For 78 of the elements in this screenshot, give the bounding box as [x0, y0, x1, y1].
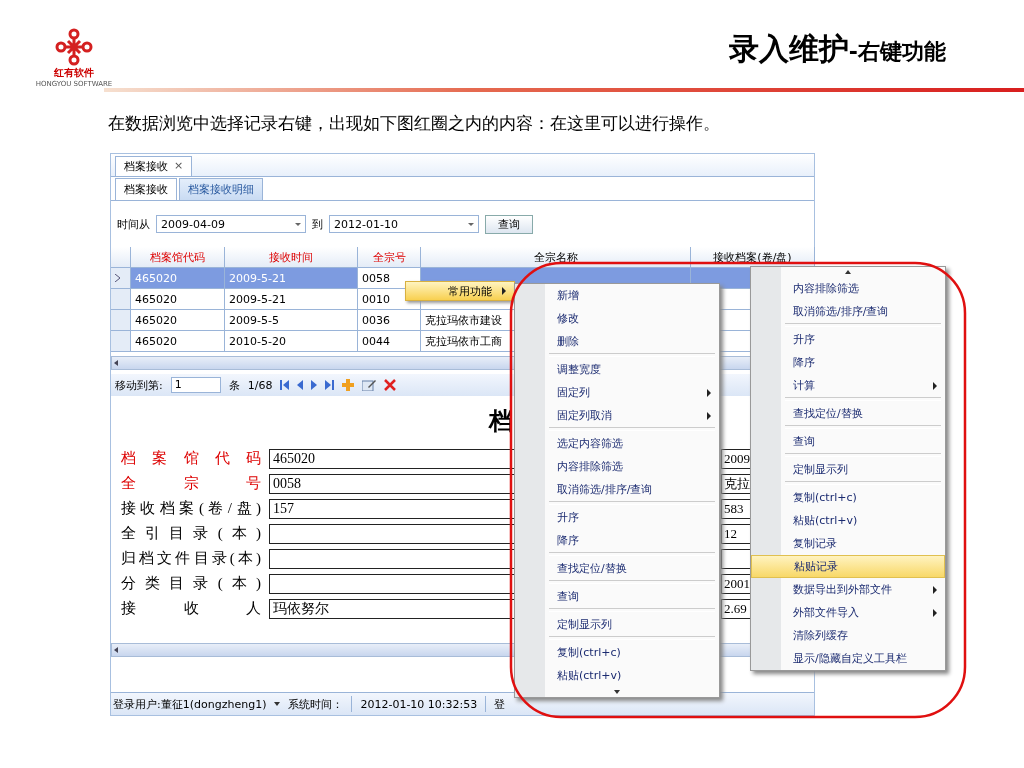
- menu-item[interactable]: 调整宽度: [515, 358, 719, 381]
- table-cell: 0044: [358, 331, 421, 352]
- logo-drawing: [54, 28, 94, 66]
- close-icon[interactable]: ×: [174, 159, 184, 174]
- scroll-left-icon[interactable]: [112, 359, 120, 367]
- from-label: 时间从: [117, 216, 150, 232]
- field-label: 全引目录(本): [121, 524, 261, 543]
- menu-item[interactable]: 粘贴(ctrl+v): [515, 664, 719, 687]
- scroll-left-icon[interactable]: [112, 646, 120, 654]
- table-cell: 2009-5-21: [225, 289, 358, 310]
- submenu-arrow-icon: [933, 608, 937, 617]
- table-cell: 465020: [131, 331, 225, 352]
- system-time: 2012-01-10 10:32:53: [360, 697, 478, 711]
- menu-item[interactable]: 显示/隐藏自定义工具栏: [751, 647, 945, 670]
- field-label: 接收档案(卷/盘): [121, 499, 261, 518]
- dropdown-icon[interactable]: [274, 702, 281, 706]
- table-cell: 465020: [131, 289, 225, 310]
- table-cell: 2010-5-20: [225, 331, 358, 352]
- document-tab[interactable]: 档案接收 ×: [115, 156, 193, 176]
- menu-item[interactable]: 降序: [751, 351, 945, 374]
- field-label: 归档文件目录(本): [121, 549, 261, 568]
- submenu-arrow-icon: [933, 585, 937, 594]
- edit-icon[interactable]: [362, 379, 377, 391]
- menu-item[interactable]: 粘贴记录: [751, 555, 945, 578]
- delete-icon[interactable]: [384, 379, 397, 391]
- move-to-label: 移动到第:: [115, 377, 163, 393]
- menu-item[interactable]: 查找定位/替换: [751, 402, 945, 425]
- menu-item[interactable]: 内容排除筛选: [751, 277, 945, 300]
- menu-item[interactable]: 固定列: [515, 381, 719, 404]
- submenu-arrow-icon: [707, 388, 711, 397]
- menu-item[interactable]: 查找定位/替换: [515, 557, 719, 580]
- tab[interactable]: 档案接收: [115, 178, 177, 200]
- page-field[interactable]: 1: [170, 377, 221, 393]
- field-label: 分类目录(本): [121, 574, 261, 593]
- field-label: 全宗号: [121, 474, 261, 493]
- field-label: 档案馆代码: [121, 449, 261, 468]
- menu-item[interactable]: 取消筛选/排序/查询: [751, 300, 945, 323]
- tab[interactable]: 档案接收明细: [179, 178, 263, 200]
- menu-item[interactable]: 新增: [515, 284, 719, 307]
- slide-subtitle: -右键功能: [848, 38, 946, 66]
- unit-label: 条: [228, 377, 240, 393]
- last-page-icon[interactable]: [325, 380, 335, 390]
- menu-item[interactable]: 升序: [751, 328, 945, 351]
- column-header[interactable]: 接收时间: [225, 247, 358, 268]
- intro-text: 在数据浏览中选择记录右键，出现如下图红圈之内的内容：在这里可以进行操作。: [108, 113, 721, 135]
- login-label: 登: [494, 696, 506, 712]
- menu-item[interactable]: 固定列取消: [515, 404, 719, 427]
- next-page-icon[interactable]: [311, 380, 318, 390]
- to-label: 到: [312, 216, 323, 232]
- date-field[interactable]: 2012-01-10: [329, 215, 479, 233]
- column-header[interactable]: 档案馆代码: [131, 247, 225, 268]
- time-label: 系统时间：: [288, 696, 344, 712]
- table-cell: 465020: [131, 310, 225, 331]
- table-cell: 2009-5-21: [225, 268, 358, 289]
- column-header[interactable]: 全宗名称: [421, 247, 691, 268]
- scroll-down-icon[interactable]: [614, 690, 620, 694]
- submenu-arrow-icon: [707, 411, 711, 420]
- corner-header: [111, 247, 131, 268]
- menu-item[interactable]: 降序: [515, 529, 719, 552]
- table-cell: 2009-5-5: [225, 310, 358, 331]
- table-cell: 0036: [358, 310, 421, 331]
- scroll-up-icon[interactable]: [845, 270, 851, 274]
- column-header[interactable]: 全宗号: [358, 247, 421, 268]
- date-field[interactable]: 2009-04-09: [156, 215, 306, 233]
- page-position: 1/68: [247, 378, 273, 392]
- table-cell: 465020: [131, 268, 225, 289]
- first-page-icon[interactable]: [280, 380, 290, 390]
- user-label[interactable]: 登录用户:董征1(dongzheng1): [113, 696, 267, 712]
- previous-page-icon[interactable]: [297, 380, 304, 390]
- submenu-arrow-icon: [933, 381, 937, 390]
- menu-item[interactable]: 常用功能: [405, 281, 515, 301]
- slide-title: 录入维护: [728, 30, 849, 68]
- query-button[interactable]: 查询: [485, 214, 533, 234]
- menu-item[interactable]: 清除列缓存: [751, 624, 945, 647]
- menu-item[interactable]: 复制(ctrl+c): [515, 641, 719, 664]
- menu-item[interactable]: 计算: [751, 374, 945, 397]
- logo-text: 红有软件: [54, 66, 94, 80]
- field-label: 接收人: [121, 599, 261, 618]
